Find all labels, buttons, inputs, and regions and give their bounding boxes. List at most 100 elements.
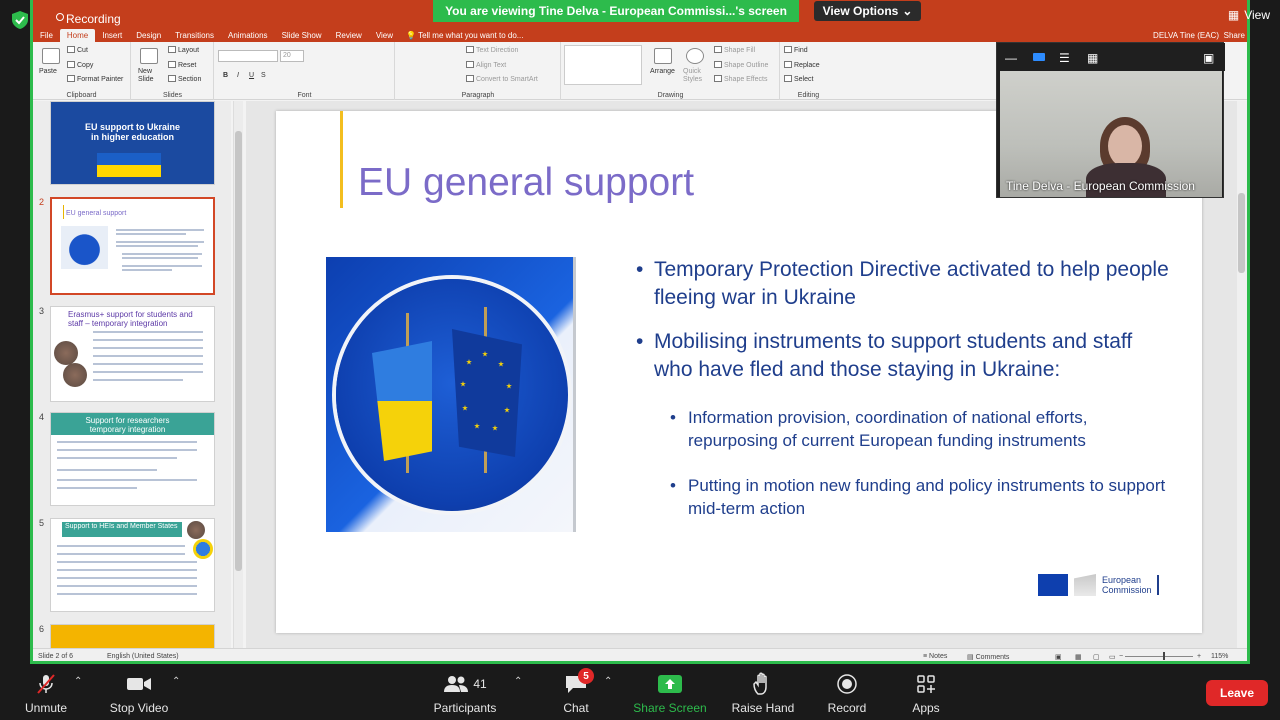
tab-file[interactable]: File — [33, 29, 60, 42]
leave-button[interactable]: Leave — [1206, 680, 1268, 706]
tab-transitions[interactable]: Transitions — [168, 29, 221, 42]
bold-button[interactable]: B — [223, 72, 228, 79]
slide-thumbnail-6[interactable] — [50, 624, 215, 648]
format-painter-button[interactable]: Format Painter — [67, 75, 123, 83]
shape-fill-button[interactable]: Shape Fill — [714, 46, 755, 54]
video-options-caret[interactable]: ⌃ — [172, 676, 180, 687]
video-tile[interactable]: — ☰ ▦ ▣ Tine Delva - European Commission — [996, 42, 1225, 198]
tab-animations[interactable]: Animations — [221, 29, 275, 42]
copy-button[interactable]: Copy — [67, 61, 93, 69]
active-speaker-icon[interactable] — [1033, 53, 1045, 61]
record-label: Record — [827, 701, 867, 715]
minimize-icon[interactable]: — — [1005, 51, 1017, 65]
font-size-box[interactable]: 20 — [280, 50, 304, 62]
apps-button[interactable]: Apps — [906, 670, 946, 716]
reading-view-icon[interactable]: ▢ — [1093, 653, 1100, 661]
notes-button[interactable]: ≡ Notes — [923, 653, 947, 660]
gallery-view-icon[interactable]: ▦ — [1087, 51, 1098, 65]
recording-label: Recording — [66, 12, 121, 26]
thumb-text-line — [93, 363, 203, 365]
tell-me-search[interactable]: 💡 Tell me what you want to do... — [406, 29, 523, 42]
reset-button[interactable]: Reset — [168, 61, 196, 69]
raise-hand-button[interactable]: Raise Hand — [728, 670, 798, 716]
language-indicator[interactable]: English (United States) — [107, 653, 179, 660]
slide-scroll-thumb[interactable] — [1238, 193, 1245, 273]
slideshow-view-icon[interactable]: ▭ — [1109, 653, 1116, 661]
ppt-share-button[interactable]: Share — [1224, 29, 1245, 42]
thumb-text-line — [116, 245, 198, 247]
logo-line-2: Commission — [1102, 585, 1152, 595]
slide-scrollbar[interactable] — [1237, 101, 1247, 648]
shapes-gallery[interactable] — [564, 45, 642, 85]
shape-effects-button[interactable]: Shape Effects — [714, 75, 767, 83]
thumb-text-line — [93, 379, 183, 381]
convert-smartart-button[interactable]: Convert to SmartArt — [466, 75, 538, 83]
tab-design[interactable]: Design — [129, 29, 168, 42]
slide-thumbnail-1[interactable]: EU support to Ukraine in higher educatio… — [50, 101, 215, 185]
text-direction-button[interactable]: Text Direction — [466, 46, 518, 54]
photo-icon — [187, 521, 205, 539]
bullet-2: Mobilising instruments to support studen… — [636, 328, 1176, 384]
tab-review[interactable]: Review — [329, 29, 369, 42]
hand-icon — [752, 670, 774, 698]
stop-video-button[interactable]: Stop Video — [104, 670, 174, 716]
chat-caret[interactable]: ⌃ — [604, 676, 612, 687]
smartart-icon — [466, 75, 474, 82]
arrange-button[interactable]: Arrange — [650, 68, 675, 75]
tab-slide-show[interactable]: Slide Show — [275, 29, 329, 42]
slide-thumbnail-5[interactable]: Support to HEIs and Member States — [50, 518, 215, 612]
record-button[interactable]: Record — [824, 670, 870, 716]
thumb4-title: Support for researchers temporary integr… — [51, 413, 214, 435]
select-button[interactable]: Select — [784, 75, 813, 83]
view-button[interactable]: ▦ View — [1228, 8, 1270, 22]
quick-styles-button[interactable]: Quick Styles — [683, 68, 709, 84]
font-name-box[interactable] — [218, 50, 278, 62]
participants-label: Participants — [433, 701, 497, 715]
shadow-button[interactable]: S — [261, 72, 266, 79]
exit-float-icon[interactable]: ▣ — [1203, 51, 1214, 65]
layout-button[interactable]: Layout — [168, 46, 199, 54]
tab-home[interactable]: Home — [59, 29, 96, 42]
thumbnails-scroll-thumb[interactable] — [235, 131, 242, 571]
view-options-button[interactable]: View Options ⌄ — [814, 1, 921, 21]
zoom-slider-knob[interactable] — [1163, 652, 1165, 660]
replace-button[interactable]: Replace — [784, 61, 820, 69]
user-name[interactable]: DELVA Tine (EAC) — [1153, 29, 1219, 42]
underline-button[interactable]: U — [249, 72, 254, 79]
participants-caret[interactable]: ⌃ — [514, 676, 522, 687]
italic-button[interactable]: I — [237, 72, 239, 79]
new-slide-button[interactable]: New Slide — [138, 68, 168, 84]
paste-button[interactable]: Paste — [39, 68, 57, 75]
slide-number-4: 4 — [39, 412, 45, 422]
shield-icon[interactable] — [10, 10, 30, 30]
thumbnails-scrollbar[interactable] — [233, 101, 243, 648]
unmute-button[interactable]: Unmute — [20, 670, 72, 716]
editing-label: Editing — [797, 92, 820, 99]
zoom-slider[interactable] — [1125, 656, 1193, 657]
strip-view-icon[interactable]: ☰ — [1059, 51, 1070, 65]
sorter-view-icon[interactable]: ▦ — [1075, 653, 1082, 661]
share-screen-button[interactable]: Share Screen — [630, 670, 710, 716]
tab-insert[interactable]: Insert — [95, 29, 129, 42]
thumb-text-line — [57, 585, 197, 587]
align-text-button[interactable]: Align Text — [466, 61, 506, 69]
slide-thumbnail-2[interactable]: EU general support — [50, 197, 215, 295]
zoom-out-icon[interactable]: − — [1119, 653, 1123, 660]
normal-view-icon[interactable]: ▣ — [1055, 653, 1062, 661]
audio-options-caret[interactable]: ⌃ — [74, 676, 82, 687]
zoom-in-icon[interactable]: + — [1197, 653, 1201, 660]
slide-thumbnail-3[interactable]: Erasmus+ support for students and staff … — [50, 306, 215, 402]
slide-thumbnail-4[interactable]: Support for researchers temporary integr… — [50, 412, 215, 506]
comments-button[interactable]: ▤ Comments — [967, 653, 1009, 661]
section-button[interactable]: Section — [168, 75, 201, 83]
zoom-level[interactable]: 115% — [1211, 653, 1228, 660]
find-button[interactable]: Find — [784, 46, 808, 54]
cut-button[interactable]: Cut — [67, 46, 88, 54]
tab-view[interactable]: View — [369, 29, 400, 42]
flags-thumbnail-image — [61, 226, 108, 269]
participants-button[interactable]: 41 Participants — [430, 670, 500, 716]
paragraph-group: Text Direction Align Text Convert to Sma… — [396, 42, 561, 100]
comment-icon: ▤ — [967, 654, 974, 661]
status-bar: Slide 2 of 6 English (United States) ≡ N… — [33, 648, 1247, 661]
shape-outline-button[interactable]: Shape Outline — [714, 61, 768, 69]
